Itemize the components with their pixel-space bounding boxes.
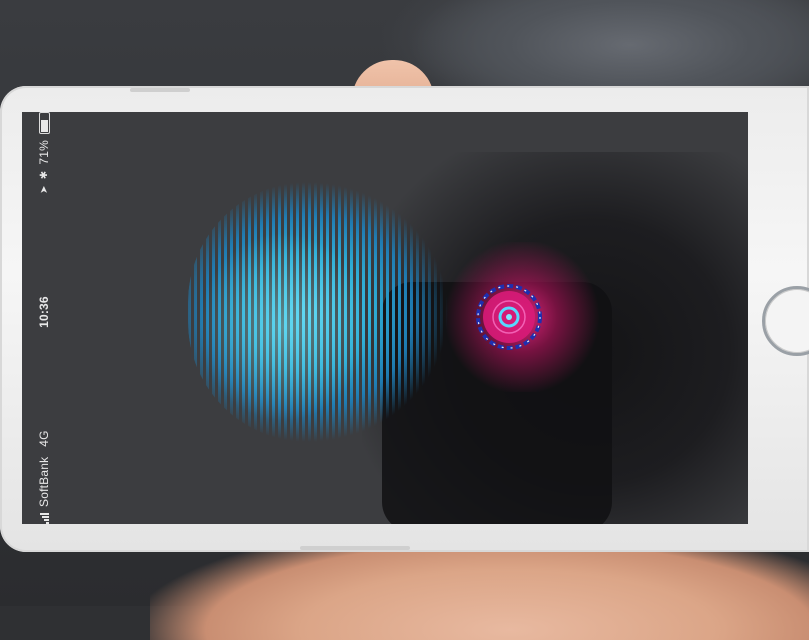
- carrier-name: SoftBank: [37, 456, 51, 507]
- volume-button: [130, 88, 190, 92]
- bluetooth-icon: ✱: [38, 170, 50, 180]
- battery-percent: 71%: [37, 140, 51, 165]
- location-arrow-icon: ➤: [38, 185, 50, 194]
- target-reticle-icon[interactable]: [474, 282, 544, 352]
- network-type: 4G: [37, 430, 51, 447]
- hologram-core: [198, 232, 368, 422]
- status-bar: SoftBank 4G 10:36 ➤ ✱ 71%: [22, 112, 66, 524]
- battery-icon: [38, 112, 50, 134]
- power-button: [300, 546, 410, 550]
- phone-screen[interactable]: SoftBank 4G 10:36 ➤ ✱ 71%: [22, 112, 748, 524]
- cellular-signal-icon: [39, 513, 49, 524]
- status-time: 10:36: [37, 296, 51, 328]
